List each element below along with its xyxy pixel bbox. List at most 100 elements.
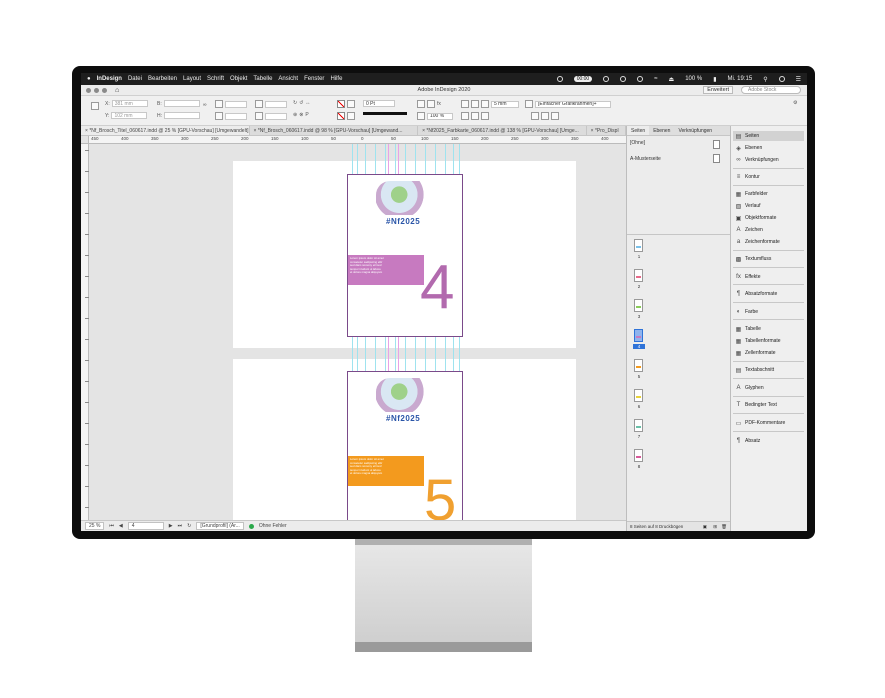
shear-input[interactable] bbox=[265, 112, 287, 120]
stroke-weight-input[interactable] bbox=[363, 100, 395, 107]
clock-label[interactable]: Mi. 19:15 bbox=[728, 76, 753, 82]
last-page-icon[interactable]: ⏭ bbox=[178, 523, 183, 529]
clock-icon[interactable] bbox=[620, 76, 627, 82]
settings-icon[interactable]: ⚙ bbox=[793, 100, 797, 106]
reference-point-icon[interactable] bbox=[91, 102, 99, 110]
apple-menu-icon[interactable]: ● bbox=[87, 76, 91, 82]
menu-datei[interactable]: Datei bbox=[128, 76, 142, 82]
dock-item-kontur[interactable]: ≡ Kontur bbox=[733, 172, 804, 182]
new-page-icon[interactable]: ⊞ bbox=[713, 524, 717, 530]
page-thumb[interactable] bbox=[634, 449, 643, 462]
dock-item-verlauf[interactable]: ▧ Verlauf bbox=[733, 201, 804, 211]
dock-item-farbfelder[interactable]: ▦ Farbfelder bbox=[733, 189, 804, 199]
search-icon[interactable]: ⚲ bbox=[763, 76, 767, 83]
first-page-icon[interactable]: ⏮ bbox=[109, 523, 114, 529]
page-number-field[interactable]: 4 bbox=[127, 522, 164, 530]
tab-nf-brosch[interactable]: × *Nf_Brosch_060617.indd @ 98 % [GPU-Vor… bbox=[250, 126, 419, 135]
x-input[interactable] bbox=[111, 100, 148, 107]
fit-frame-icon[interactable] bbox=[541, 112, 549, 120]
battery-icon[interactable]: ▮ bbox=[713, 76, 716, 83]
dock-item-ebenen[interactable]: ◈ Ebenen bbox=[733, 143, 804, 153]
stroke-type-select[interactable] bbox=[363, 112, 407, 115]
wifi-icon[interactable]: ≈ bbox=[654, 76, 657, 82]
dock-item-textabschnitt[interactable]: ▤ Textabschnitt bbox=[733, 365, 804, 375]
opacity-icon[interactable] bbox=[417, 112, 425, 120]
flip-h-icon[interactable]: ↔ bbox=[305, 100, 310, 106]
tab-nf-brosch-titel[interactable]: × *Nf_Brosch_Titel_060617.indd @ 25 % [G… bbox=[81, 126, 250, 135]
dock-item-tabelle[interactable]: ▦ Tabelle bbox=[733, 324, 804, 334]
menu-objekt[interactable]: Objekt bbox=[230, 76, 247, 82]
workspace-select[interactable]: Erweitert bbox=[703, 86, 733, 94]
frame-style-select[interactable] bbox=[535, 100, 611, 108]
tab-verknuepfungen[interactable]: Verknüpfungen bbox=[674, 126, 716, 135]
vertical-ruler[interactable] bbox=[81, 144, 89, 520]
page-5[interactable]: #Nf2025 Lorem ipsum dolor sit amet conset… bbox=[347, 371, 463, 520]
dock-item-farbe[interactable]: ◐ Farbe bbox=[733, 307, 804, 317]
rotate-ccw-icon[interactable]: ↺ bbox=[299, 100, 303, 106]
prev-page-icon[interactable]: ◀ bbox=[119, 523, 123, 529]
tab-pro-displ[interactable]: × *Pro_Displ bbox=[587, 126, 626, 135]
pasteboard[interactable]: #Nf2025 Lorem ipsum dolor sit amet conset… bbox=[89, 144, 626, 520]
bluetooth-icon[interactable] bbox=[637, 76, 644, 82]
dock-item-zellenformate[interactable]: ▦ Zellenformate bbox=[733, 348, 804, 358]
menu-schrift[interactable]: Schrift bbox=[207, 76, 224, 82]
page-thumb[interactable] bbox=[634, 419, 643, 432]
scale-x-icon[interactable] bbox=[215, 100, 223, 108]
dock-item-zeichen[interactable]: A Zeichen bbox=[733, 225, 804, 235]
center-content-icon[interactable] bbox=[551, 112, 559, 120]
menu-bearbeiten[interactable]: Bearbeiten bbox=[148, 76, 177, 82]
dock-item-zeichenformate[interactable]: a Zeichenformate bbox=[733, 237, 804, 247]
zoom-field[interactable]: 25 % bbox=[85, 522, 105, 530]
menu-layout[interactable]: Layout bbox=[183, 76, 201, 82]
delete-page-icon[interactable]: 🗑 bbox=[721, 524, 727, 530]
fit-content-icon[interactable] bbox=[531, 112, 539, 120]
tab-seiten[interactable]: Seiten bbox=[627, 126, 650, 135]
select-container-icon[interactable]: ⊕ bbox=[293, 112, 297, 118]
page-4[interactable]: #Nf2025 Lorem ipsum dolor sit amet conset… bbox=[347, 174, 463, 337]
dock-item-absatz[interactable]: ¶ Absatz bbox=[733, 436, 804, 446]
control-center-icon[interactable]: ☰ bbox=[796, 76, 801, 83]
dock-item-bedingter-text[interactable]: T Bedingter Text bbox=[733, 400, 804, 410]
menu-tabelle[interactable]: Tabelle bbox=[253, 76, 272, 82]
dock-item-tabellenformate[interactable]: ▦ Tabellenformate bbox=[733, 336, 804, 346]
height-input[interactable] bbox=[164, 112, 200, 119]
dock-item-absatzformate[interactable]: ¶ Absatzformate bbox=[733, 289, 804, 299]
page-thumb[interactable] bbox=[634, 269, 643, 282]
scale-y-icon[interactable] bbox=[215, 112, 223, 120]
next-page-icon[interactable]: ▶ bbox=[169, 523, 173, 529]
align-right-icon[interactable] bbox=[481, 112, 489, 120]
y-input[interactable] bbox=[111, 112, 148, 119]
opacity-input[interactable] bbox=[427, 112, 453, 120]
sync-icon[interactable] bbox=[603, 76, 610, 82]
dock-item-glyphen[interactable]: A Glyphen bbox=[733, 383, 804, 393]
tab-nf2025-farbkarte[interactable]: × *Nf2025_Farbkarte_060617.indd @ 138 % … bbox=[418, 126, 587, 135]
creative-cloud-icon[interactable] bbox=[556, 76, 563, 82]
effects-menu-icon[interactable] bbox=[427, 100, 435, 108]
page-size-icon[interactable]: ▣ bbox=[703, 524, 707, 530]
gap-input[interactable] bbox=[491, 100, 519, 108]
drop-shadow-icon[interactable] bbox=[417, 100, 425, 108]
preflight-profile[interactable]: [Grundprofil] (Ar... bbox=[196, 522, 244, 530]
eject-icon[interactable]: ⏏ bbox=[669, 76, 675, 83]
menu-app[interactable]: InDesign bbox=[97, 76, 122, 82]
dock-item-objektformate[interactable]: ▣ Objektformate bbox=[733, 213, 804, 223]
align-center-icon[interactable] bbox=[471, 112, 479, 120]
rotate-icon[interactable] bbox=[255, 100, 263, 108]
horizontal-ruler[interactable]: 450 400 350 300 250 200 150 100 50 0 50 100 150 200 25… bbox=[89, 136, 626, 144]
frame-style-icon[interactable] bbox=[525, 100, 533, 108]
user-icon[interactable] bbox=[778, 76, 785, 82]
rotate-cw-icon[interactable]: ↻ bbox=[293, 100, 297, 106]
dock-item-textumfluss[interactable]: ▩ Textumfluss bbox=[733, 254, 804, 264]
dock-item-effekte[interactable]: fx Effekte bbox=[733, 272, 804, 282]
page-thumb[interactable] bbox=[634, 329, 643, 342]
timer-badge[interactable]: 00:00 bbox=[573, 76, 593, 82]
master-a-thumb[interactable] bbox=[713, 154, 720, 163]
text-wrap-box-icon[interactable] bbox=[471, 100, 479, 108]
page-thumb[interactable] bbox=[634, 239, 643, 252]
dock-item-verkn-pfungen[interactable]: ∞ Verknüpfungen bbox=[733, 155, 804, 165]
fx-icon[interactable]: fx bbox=[437, 101, 441, 107]
shear-icon[interactable] bbox=[255, 112, 263, 120]
stroke-swatch-icon[interactable] bbox=[337, 112, 345, 120]
menu-hilfe[interactable]: Hilfe bbox=[330, 76, 342, 82]
scale-y-input[interactable] bbox=[225, 112, 247, 120]
